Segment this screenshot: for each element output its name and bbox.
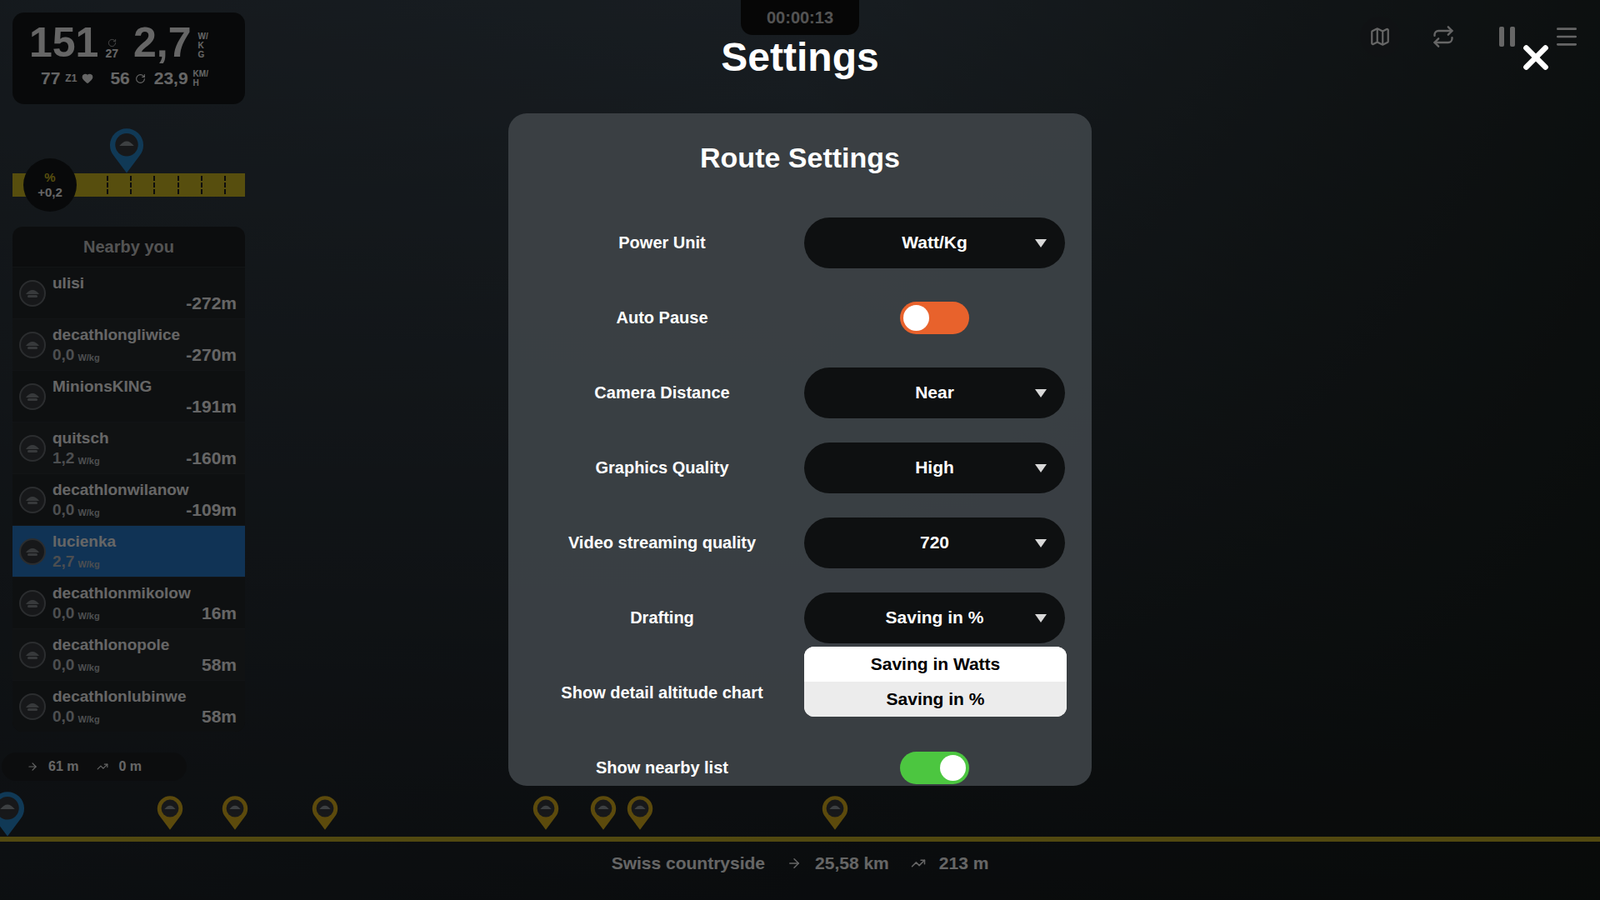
panel-title: Route Settings <box>508 113 1092 172</box>
toggle-knob <box>940 755 966 781</box>
close-button[interactable] <box>1515 36 1557 79</box>
setting-row: Camera Distance Near <box>508 355 1092 430</box>
toggle-switch[interactable] <box>900 301 970 335</box>
select-field[interactable]: Watt/Kg <box>804 217 1065 269</box>
setting-label: Auto Pause <box>508 305 805 330</box>
dropdown-menu: Saving in WattsSaving in % <box>804 646 1067 717</box>
select-value: High <box>915 454 955 481</box>
settings-layer: Settings Route Settings Power Unit Watt/Kg A… <box>0 0 1600 900</box>
setting-row: Show nearby list <box>508 730 1092 786</box>
select-field[interactable]: 720 <box>804 517 1065 569</box>
dropdown-arrow-icon <box>1035 464 1047 473</box>
setting-label: Video streaming quality <box>508 530 805 555</box>
select-field[interactable]: Near <box>804 367 1065 419</box>
select-value: Near <box>915 379 955 406</box>
settings-title: Settings <box>720 33 879 82</box>
setting-row: Graphics Quality High <box>508 430 1092 505</box>
dropdown-option[interactable]: Saving in Watts <box>804 646 1067 682</box>
select-field[interactable]: High <box>804 442 1065 494</box>
setting-row: Video streaming quality 720 <box>508 505 1092 580</box>
dropdown-arrow-icon <box>1035 389 1047 398</box>
dropdown-arrow-icon <box>1035 539 1047 548</box>
setting-label: Camera Distance <box>508 380 805 405</box>
toggle-switch[interactable] <box>900 751 970 785</box>
dropdown-option[interactable]: Saving in % <box>804 681 1067 717</box>
select-value: Saving in % <box>885 604 985 631</box>
setting-row: Auto Pause <box>508 280 1092 355</box>
route-settings-panel: Route Settings Power Unit Watt/Kg Auto Paus… <box>508 113 1092 786</box>
select-value: Watt/Kg <box>901 229 968 256</box>
dropdown-arrow-icon <box>1035 614 1047 623</box>
setting-label: Graphics Quality <box>508 455 805 480</box>
setting-row: Power Unit Watt/Kg <box>508 205 1092 280</box>
setting-label: Show detail altitude chart <box>508 680 805 705</box>
setting-row: DraftingSaving in %Saving in WattsSaving… <box>508 580 1092 655</box>
setting-label: Power Unit <box>508 230 805 255</box>
close-icon <box>1516 38 1555 77</box>
toggle-knob <box>903 305 930 331</box>
setting-label: Show nearby list <box>508 755 805 780</box>
setting-label: Drafting <box>508 605 805 630</box>
select-field[interactable]: Saving in % <box>804 592 1065 644</box>
select-value: 720 <box>920 529 950 556</box>
dropdown-arrow-icon <box>1035 239 1047 248</box>
app: 00:00:13151272,7W/KG77Z15623,9KM/H%+0,2N… <box>0 0 1600 900</box>
